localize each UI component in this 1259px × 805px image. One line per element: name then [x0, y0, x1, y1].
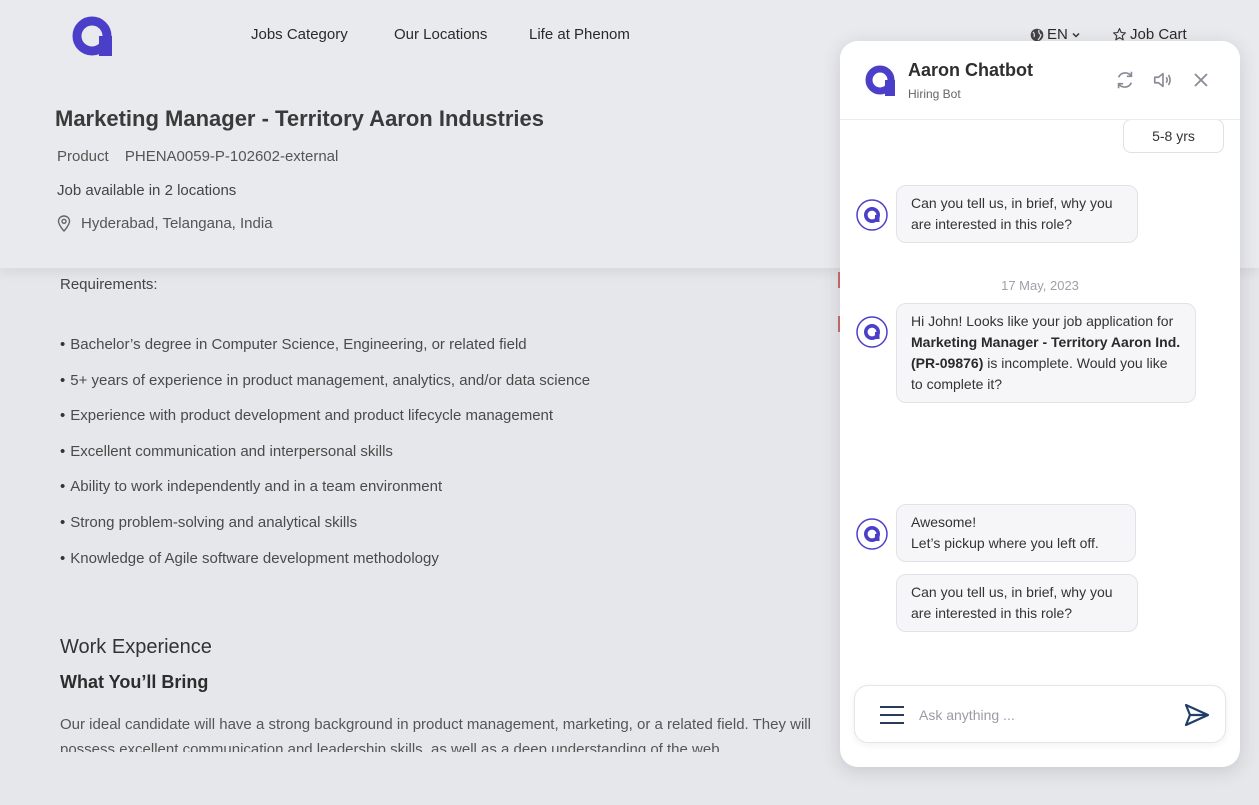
refresh-button[interactable] [1113, 68, 1137, 92]
star-icon [1113, 28, 1126, 41]
job-location: Hyderabad, Telangana, India [57, 215, 273, 232]
chat-input[interactable] [919, 702, 1159, 728]
job-location-text: Hyderabad, Telangana, India [81, 215, 273, 232]
chat-composer [854, 685, 1226, 743]
requirements-heading: Requirements: [60, 276, 158, 293]
nav-life-at-phenom[interactable]: Life at Phenom [529, 26, 630, 43]
chevron-down-icon [1072, 32, 1080, 38]
send-icon[interactable] [1183, 702, 1211, 728]
bot-message: Can you tell us, in brief, why you are i… [896, 574, 1138, 632]
globe-icon [1030, 28, 1044, 41]
close-icon [1194, 73, 1208, 87]
job-title: Marketing Manager - Territory Aaron Indu… [55, 106, 544, 131]
chatbot-subtitle: Hiring Bot [908, 87, 961, 101]
list-item: Excellent communication and interpersona… [60, 443, 590, 479]
location-pin-icon [57, 215, 71, 232]
list-item: Bachelor’s degree in Computer Science, E… [60, 336, 590, 372]
description-paragraph: Our ideal candidate will have a strong b… [60, 716, 811, 752]
chatbot-panel: 5-8 yrs Can you tell us, in brief, why y… [840, 41, 1240, 767]
bot-message: Can you tell us, in brief, why you are i… [896, 185, 1138, 243]
sound-toggle-button[interactable] [1151, 68, 1175, 92]
requirements-list: Bachelor’s degree in Computer Science, E… [60, 336, 590, 585]
bot-avatar [856, 518, 888, 550]
company-logo[interactable] [72, 16, 112, 56]
list-item: Knowledge of Agile software development … [60, 550, 590, 586]
message-line: Let’s pickup where you left off. [911, 535, 1099, 551]
refresh-icon [1117, 71, 1133, 89]
what-youll-bring-heading: What You’ll Bring [60, 672, 209, 692]
user-reply-bubble: 5-8 yrs [1123, 119, 1224, 153]
bot-message-application: Hi John! Looks like your job application… [896, 303, 1196, 403]
list-item: Ability to work independently and in a t… [60, 478, 590, 514]
message-line: Awesome! [911, 514, 977, 530]
chatbot-name: Aaron Chatbot [908, 60, 1033, 80]
chat-header: Aaron Chatbot Hiring Bot [840, 41, 1240, 120]
work-experience-heading: Work Experience [60, 636, 212, 658]
job-meta: Product PHENA0059-P-102602-external [57, 148, 338, 165]
list-item: Experience with product development and … [60, 407, 590, 443]
list-item: 5+ years of experience in product manage… [60, 372, 590, 408]
bot-avatar [856, 199, 888, 231]
nav-jobs-category[interactable]: Jobs Category [251, 26, 348, 43]
speaker-icon [1153, 72, 1171, 88]
close-chat-button[interactable] [1189, 68, 1213, 92]
job-code: PHENA0059-P-102602-external [124, 148, 339, 165]
menu-icon[interactable] [879, 705, 905, 725]
job-availability: Job available in 2 locations [57, 182, 237, 199]
job-category: Product [57, 148, 109, 165]
bot-avatar [856, 316, 888, 348]
list-item: Strong problem-solving and analytical sk… [60, 514, 590, 550]
date-divider: 17 May, 2023 [1001, 278, 1079, 293]
message-text: Hi John! Looks like your job application… [911, 313, 1174, 329]
bot-message-resume: Awesome! Let’s pickup where you left off… [896, 504, 1136, 562]
chatbot-logo [865, 65, 895, 96]
nav-our-locations[interactable]: Our Locations [394, 26, 487, 43]
